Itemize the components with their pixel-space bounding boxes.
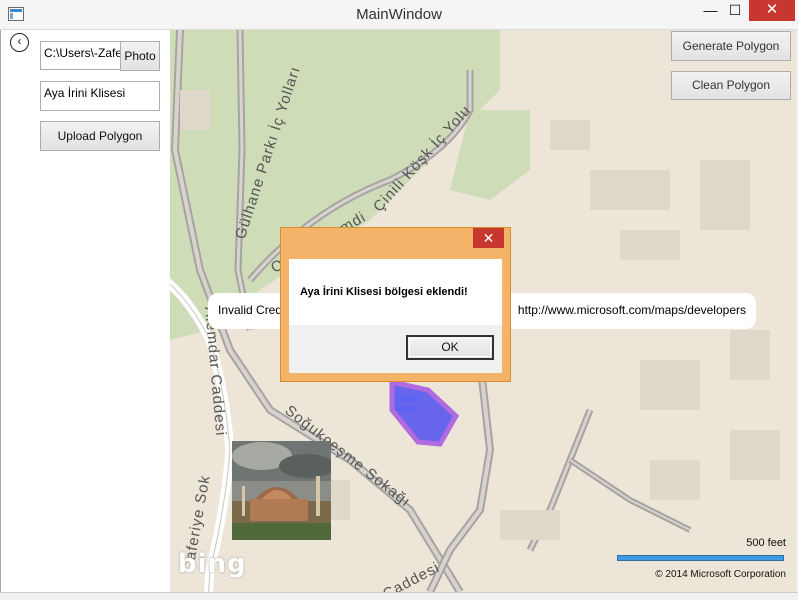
photo-path-input[interactable]: C:\Users\-Zafer bbox=[40, 41, 122, 70]
developer-url-text: http://www.microsoft.com/maps/developers bbox=[517, 303, 746, 317]
window-bottom-border bbox=[0, 592, 798, 600]
hagia-sophia-photo-graphic bbox=[232, 441, 331, 540]
generate-polygon-button[interactable]: Generate Polygon bbox=[671, 31, 791, 61]
window-title: MainWindow bbox=[356, 6, 442, 23]
bing-logo: bing bbox=[178, 549, 247, 579]
dialog-body: Aya İrini Klisesi bölgesi eklendi! bbox=[289, 259, 502, 325]
credentials-text: Invalid Cred bbox=[218, 303, 283, 317]
clean-polygon-button[interactable]: Clean Polygon bbox=[671, 71, 791, 100]
place-photo bbox=[232, 441, 331, 540]
back-arrow-icon[interactable]: ‹ bbox=[10, 33, 29, 52]
ok-button[interactable]: OK bbox=[406, 335, 494, 360]
close-button[interactable]: ✕ bbox=[749, 0, 795, 21]
maximize-button[interactable]: ☐ bbox=[722, 0, 748, 21]
sidebar: ‹ C:\Users\-Zafer Photo Aya İrini Klises… bbox=[0, 30, 170, 592]
upload-polygon-button[interactable]: Upload Polygon bbox=[40, 121, 160, 151]
polygon-name-input[interactable]: Aya İrini Klisesi bbox=[40, 81, 160, 111]
scale-bar bbox=[617, 555, 784, 561]
copyright-text: © 2014 Microsoft Corporation bbox=[655, 569, 786, 580]
dialog-message: Aya İrini Klisesi bölgesi eklendi! bbox=[300, 286, 468, 298]
minimize-button[interactable]: — bbox=[697, 0, 724, 21]
dialog-close-button[interactable]: ✕ bbox=[473, 228, 504, 248]
message-dialog: ✕ Aya İrini Klisesi bölgesi eklendi! OK bbox=[280, 227, 511, 382]
dialog-footer: OK bbox=[289, 325, 502, 373]
polygon-label: Hagia Irene bbox=[396, 393, 420, 413]
hagia-irene-polygon[interactable] bbox=[389, 378, 460, 447]
title-bar: MainWindow — ☐ ✕ bbox=[0, 0, 798, 30]
scale-text: 500 feet bbox=[746, 537, 786, 549]
photo-button[interactable]: Photo bbox=[120, 41, 160, 71]
